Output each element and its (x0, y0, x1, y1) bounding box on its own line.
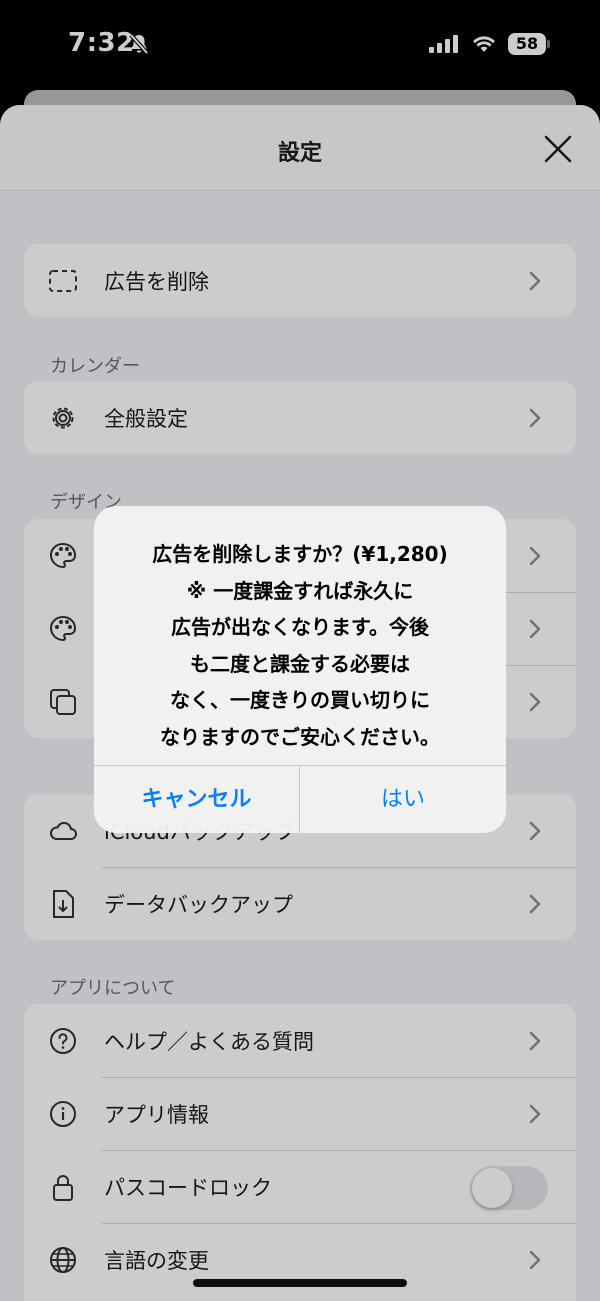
alert-actions: キャンセル はい (94, 765, 506, 833)
cancel-button[interactable]: キャンセル (94, 766, 300, 833)
alert-message: 広告を削除しますか？(¥1,280) ※ 一度課金すれば永久に 広告が出なくなり… (152, 542, 448, 749)
home-indicator[interactable] (193, 1279, 407, 1287)
alert-dialog: 広告を削除しますか？(¥1,280) ※ 一度課金すれば永久に 広告が出なくなり… (94, 506, 506, 833)
confirm-button[interactable]: はい (300, 766, 506, 833)
